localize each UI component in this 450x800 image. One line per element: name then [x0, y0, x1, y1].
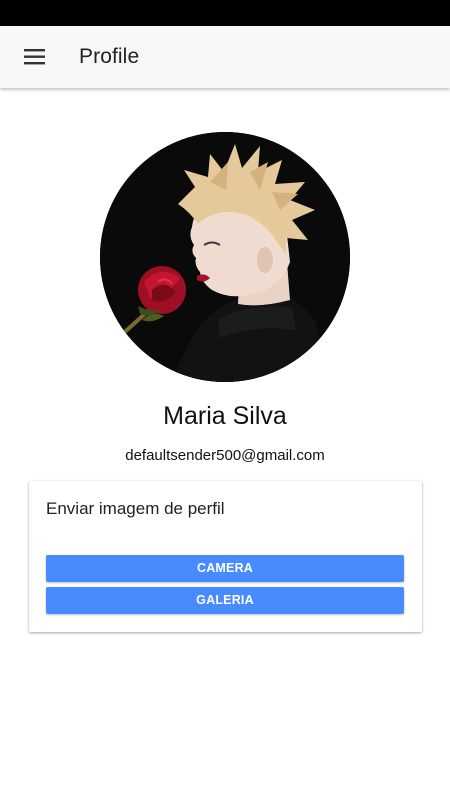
app-toolbar: Profile	[0, 26, 450, 88]
menu-button[interactable]	[16, 40, 54, 74]
profile-content: Maria Silva defaultsender500@gmail.com E…	[0, 88, 450, 800]
user-name: Maria Silva	[163, 402, 287, 430]
menu-icon	[24, 49, 46, 65]
avatar	[100, 132, 350, 382]
page-title: Profile	[79, 45, 140, 68]
camera-button[interactable]: CAMERA	[46, 555, 404, 582]
upload-photo-card: Enviar imagem de perfil CAMERA GALERIA	[29, 481, 422, 632]
user-email: defaultsender500@gmail.com	[125, 447, 325, 464]
status-bar	[0, 0, 450, 26]
card-title: Enviar imagem de perfil	[46, 499, 225, 518]
gallery-button[interactable]: GALERIA	[46, 587, 404, 614]
